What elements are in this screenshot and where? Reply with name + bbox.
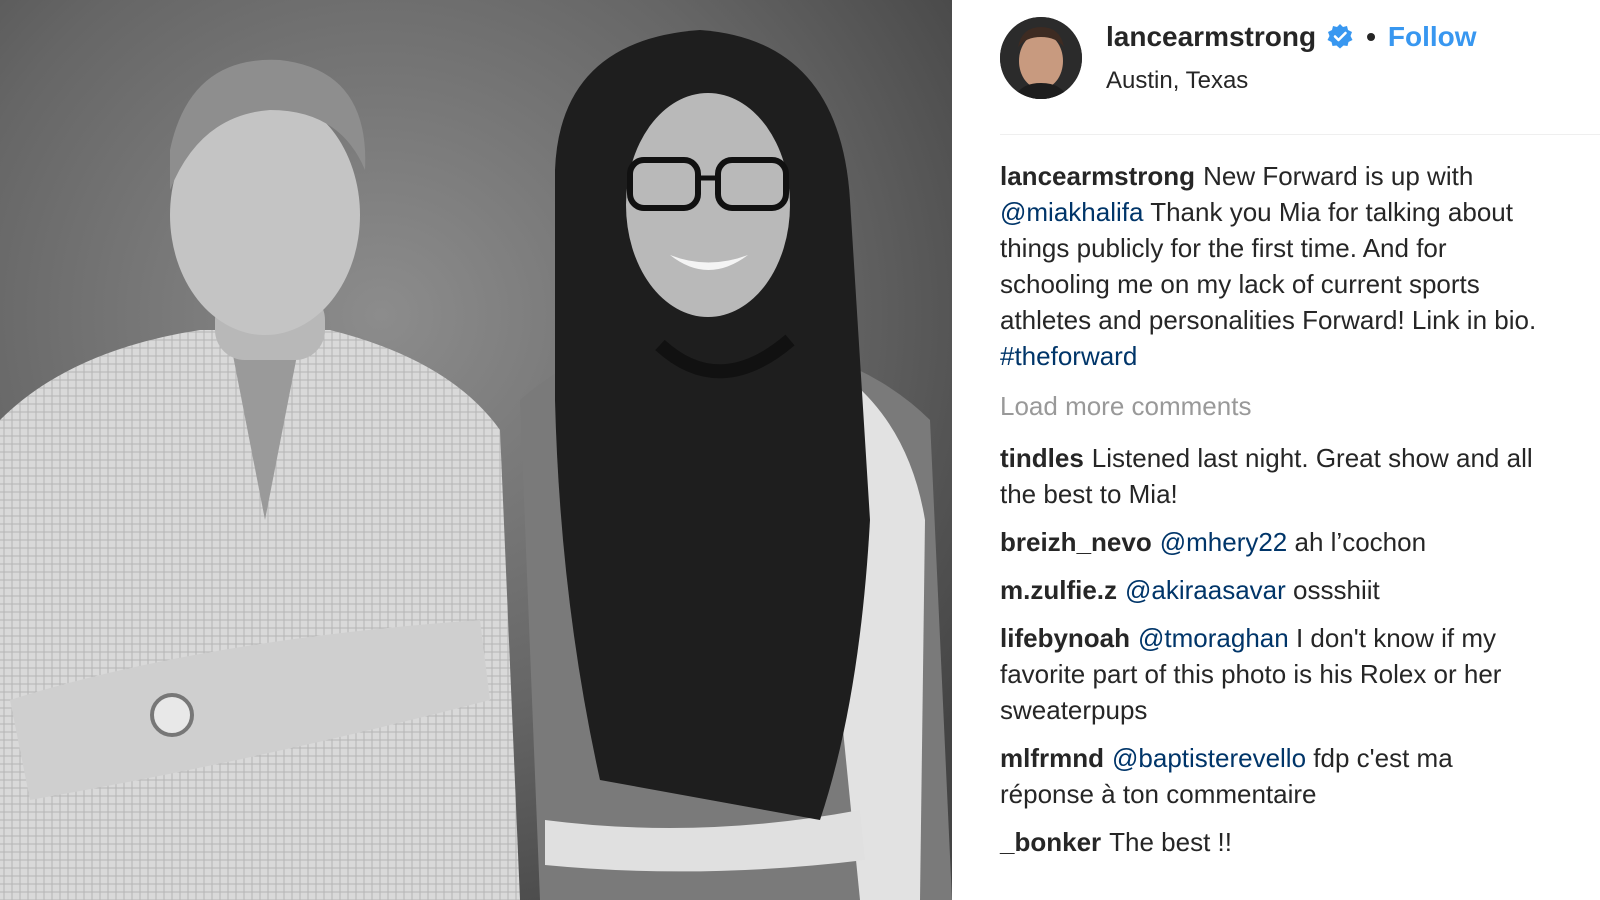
verified-badge-icon [1326,23,1354,51]
comment-item: _bonker The best !! [1000,824,1540,860]
comment-username[interactable]: mlfrmnd [1000,743,1104,773]
comment-item: lifebynoah @tmoraghan I don't know if my … [1000,620,1540,728]
comment-username[interactable]: tindles [1000,443,1084,473]
post-photo[interactable] [0,0,952,900]
separator-dot: • [1366,21,1376,52]
comment-item: breizh_nevo @mhery22 ah l’cochon [1000,524,1540,560]
comment-text: The best !! [1109,827,1232,857]
comment-username[interactable]: lifebynoah [1000,623,1130,653]
avatar-image [1000,17,1082,99]
photo-illustration [0,0,952,900]
comment-mention[interactable]: @tmoraghan [1138,623,1289,653]
caption-mention[interactable]: @miakhalifa [1000,197,1143,227]
post-header: lancearmstrong • Follow Austin, Texas [1000,17,1600,99]
load-more-comments-button[interactable]: Load more comments [1000,388,1540,424]
comment-item: mlfrmnd @baptisterevello fdp c'est ma rép… [1000,740,1540,812]
comment-mention[interactable]: @mhery22 [1160,527,1288,557]
header-divider [1000,134,1600,135]
instagram-post: lancearmstrong • Follow Austin, Texas la… [0,0,1600,900]
caption-hashtag[interactable]: #theforward [1000,341,1137,371]
comment-mention[interactable]: @baptisterevello [1112,743,1306,773]
comments-bottom-edge [952,886,1600,900]
comment-username[interactable]: _bonker [1000,827,1101,857]
post-side-panel: lancearmstrong • Follow Austin, Texas la… [952,0,1600,900]
username-row: lancearmstrong • Follow [1106,19,1477,55]
header-username[interactable]: lancearmstrong [1106,19,1316,55]
comment-username[interactable]: breizh_nevo [1000,527,1152,557]
avatar[interactable] [1000,17,1082,99]
comment-text: ah l’cochon [1294,527,1427,557]
caption-username[interactable]: lancearmstrong [1000,161,1195,191]
caption: lancearmstrong New Forward is up with @mi… [1000,158,1540,374]
header-text: lancearmstrong • Follow Austin, Texas [1106,19,1477,97]
comment-item: m.zulfie.z @akiraasavar ossshiit [1000,572,1540,608]
comments-list: lancearmstrong New Forward is up with @mi… [1000,158,1540,872]
location-link[interactable]: Austin, Texas [1106,65,1477,97]
comment-item: tindles Listened last night. Great show a… [1000,440,1540,512]
follow-button[interactable]: Follow [1388,19,1477,55]
caption-text: New Forward is up with [1203,161,1474,191]
comment-mention[interactable]: @akiraasavar [1125,575,1286,605]
comment-text: ossshiit [1293,575,1380,605]
comment-username[interactable]: m.zulfie.z [1000,575,1117,605]
